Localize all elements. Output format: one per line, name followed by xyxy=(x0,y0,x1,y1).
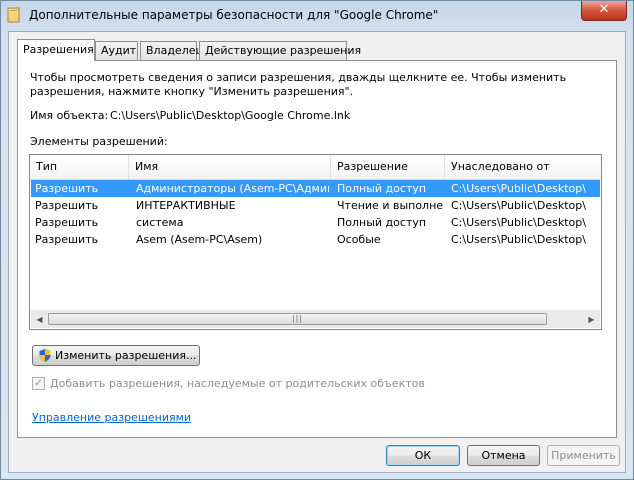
tab-owner[interactable]: Владелец xyxy=(140,41,203,60)
table-row[interactable]: Разрешить ИНТЕРАКТИВНЫЕ Чтение и выполне… xyxy=(31,197,600,214)
dialog-client-area: Разрешения Аудит Владелец Действующие ра… xyxy=(8,31,626,473)
column-header-name[interactable]: Имя xyxy=(129,155,331,179)
change-permissions-label: Изменить разрешения... xyxy=(55,349,197,362)
scroll-right-icon[interactable]: ▶ xyxy=(583,311,600,328)
checkmark-icon: ✓ xyxy=(34,378,43,389)
title-bar[interactable]: Дополнительные параметры безопасности дл… xyxy=(1,1,633,31)
horizontal-scrollbar[interactable]: ◀ ||| ▶ xyxy=(31,310,600,328)
apply-button[interactable]: Применить xyxy=(547,445,620,466)
grip-icon: ||| xyxy=(291,314,304,323)
cancel-button[interactable]: Отмена xyxy=(467,445,540,466)
column-header-permission[interactable]: Разрешение xyxy=(331,155,445,179)
inherit-permissions-label: Добавить разрешения, наследуемые от роди… xyxy=(50,377,425,390)
window-title: Дополнительные параметры безопасности дл… xyxy=(29,8,439,22)
table-row[interactable]: Разрешить Администраторы (Asem-PC\Админи… xyxy=(31,180,600,197)
manage-permissions-link[interactable]: Управление разрешениями xyxy=(32,411,191,424)
table-row[interactable]: Разрешить Asem (Asem-PC\Asem) Особые C:\… xyxy=(31,231,600,248)
list-header: Тип Имя Разрешение Унаследовано от xyxy=(30,155,601,180)
column-header-type[interactable]: Тип xyxy=(30,155,129,179)
cell-name: ИНТЕРАКТИВНЫЕ xyxy=(136,199,236,212)
cell-permission: Полный доступ xyxy=(337,216,427,229)
file-icon xyxy=(7,7,20,23)
tab-audit[interactable]: Аудит xyxy=(95,41,138,60)
scroll-left-icon[interactable]: ◀ xyxy=(31,311,48,328)
permission-entries-label: Элементы разрешений: xyxy=(30,135,168,148)
cell-inherited: C:\Users\Public\Desktop\ xyxy=(451,216,586,229)
cell-inherited: C:\Users\Public\Desktop\ xyxy=(451,233,586,246)
tab-effective-permissions[interactable]: Действующие разрешения xyxy=(199,41,361,60)
cell-type: Разрешить xyxy=(35,216,99,229)
cell-name: Asem (Asem-PC\Asem) xyxy=(136,233,263,246)
change-permissions-button[interactable]: Изменить разрешения... xyxy=(32,345,200,366)
security-dialog-window: Дополнительные параметры безопасности дл… xyxy=(0,0,634,480)
cell-inherited: C:\Users\Public\Desktop\ xyxy=(451,182,586,195)
instructions-text: Чтобы просмотреть сведения о записи разр… xyxy=(30,71,567,98)
tab-permissions[interactable]: Разрешения xyxy=(17,39,95,61)
cell-name: Администраторы (Asem-PC\Админи... xyxy=(136,182,329,195)
cell-name: система xyxy=(136,216,184,229)
inherit-permissions-checkbox[interactable]: ✓ xyxy=(32,377,45,390)
permissions-tab-panel: Чтобы просмотреть сведения о записи разр… xyxy=(17,60,617,438)
cell-type: Разрешить xyxy=(35,199,99,212)
cell-permission: Особые xyxy=(337,233,381,246)
cell-type: Разрешить xyxy=(35,233,99,246)
object-name-label: Имя объекта: xyxy=(30,109,109,122)
cell-inherited: C:\Users\Public\Desktop\ xyxy=(451,199,586,212)
column-header-inherited-from[interactable]: Унаследовано от xyxy=(445,155,601,179)
cell-permission: Полный доступ xyxy=(337,182,427,195)
scrollbar-thumb[interactable]: ||| xyxy=(48,313,547,325)
cell-permission: Чтение и выполне... xyxy=(337,199,443,212)
close-icon: ✕ xyxy=(598,2,610,17)
table-row[interactable]: Разрешить система Полный доступ C:\Users… xyxy=(31,214,600,231)
close-button[interactable]: ✕ xyxy=(581,1,627,21)
cell-type: Разрешить xyxy=(35,182,99,195)
object-name-value: C:\Users\Public\Desktop\Google Chrome.ln… xyxy=(110,109,351,122)
uac-shield-icon xyxy=(39,349,51,362)
ok-button[interactable]: ОК xyxy=(386,445,460,466)
permission-entries-list[interactable]: Тип Имя Разрешение Унаследовано от Разре… xyxy=(29,154,602,330)
